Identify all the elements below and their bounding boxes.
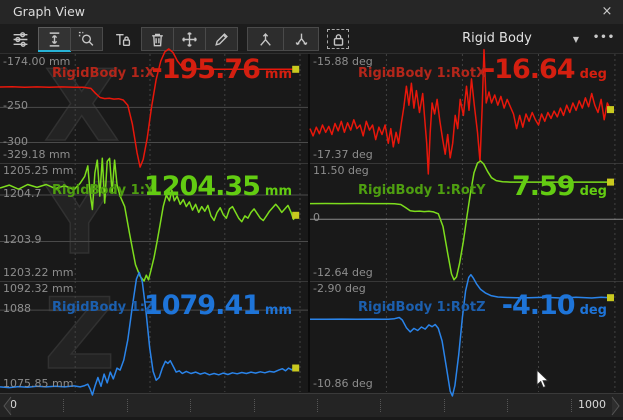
axis-label-bottom: 1075.85 mm — [3, 377, 73, 390]
current-value-marker — [292, 365, 299, 372]
toolbar-button-pan-view[interactable] — [173, 27, 206, 51]
toolbar-button-autoscale-vertical[interactable] — [38, 27, 71, 51]
plot-area: X-174.00 mm-329.18 mm-250-300RigidBody 1… — [0, 54, 623, 392]
series-label: RigidBody 1:RotZ — [358, 300, 486, 315]
value-number: -195.76 — [152, 56, 260, 83]
toolbar-button-zoom-selection[interactable] — [70, 27, 103, 51]
current-value-marker — [607, 106, 614, 113]
sliders-icon — [12, 31, 29, 48]
toolbar-button-edit-keys[interactable] — [205, 27, 238, 51]
timeline-tick — [507, 399, 508, 412]
value-unit: mm — [265, 67, 292, 82]
pin-lock-icon — [114, 31, 131, 48]
pencil-icon — [213, 31, 230, 48]
timeline-tick — [380, 399, 381, 412]
current-value-marker — [607, 179, 614, 186]
toolbar-button-delete-keys[interactable] — [141, 27, 174, 51]
toolbar-button-pin-lock[interactable] — [109, 27, 136, 51]
timeline-tick — [571, 399, 572, 412]
value-number: 1079.41 — [144, 292, 260, 319]
window-title: Graph View — [13, 4, 85, 19]
value-number: -16.64 — [484, 56, 575, 83]
graph-type-selector[interactable]: Rigid Body — [430, 27, 564, 51]
overflow-menu-button[interactable]: ••• — [591, 27, 617, 51]
axis-tick-label: -300 — [3, 135, 28, 148]
graph-panel-rot-x[interactable]: -15.88 deg-17.37 degRigidBody 1:RotX-16.… — [310, 54, 623, 163]
toolbar-button-merge-tracks[interactable] — [247, 27, 284, 51]
current-value-marker — [292, 212, 299, 219]
axis-tick-label: 1204.7 — [3, 187, 42, 200]
axis-tick-label: 0 — [313, 211, 320, 224]
current-value: 1204.35 mm — [144, 173, 292, 200]
toolbar-button-curve-settings[interactable] — [6, 27, 34, 51]
value-number: 1204.35 — [144, 173, 260, 200]
axis-label-top: -2.90 deg — [313, 282, 366, 295]
mouse-cursor — [536, 369, 550, 390]
value-unit: deg — [580, 184, 607, 199]
axis-label-top: 11.50 deg — [313, 164, 369, 177]
scrollbar-right-arrow-icon[interactable] — [610, 395, 622, 417]
zoom-box-icon — [78, 31, 95, 48]
axis-label-bottom: 1203.22 mm — [3, 266, 73, 279]
close-icon: × — [602, 4, 613, 19]
toolbar-button-split-tracks[interactable] — [283, 27, 319, 51]
current-value: 7.59 deg — [512, 173, 607, 200]
graph-panel-pos-z[interactable]: Z1092.32 mm1075.85 mm1088RigidBody 1:Z10… — [0, 281, 308, 392]
timeline-tick — [127, 399, 128, 412]
current-value-marker — [607, 294, 614, 301]
current-value: -4.10 deg — [502, 292, 607, 319]
series-label: RigidBody 1:RotX — [358, 66, 486, 81]
series-label: RigidBody 1:RotY — [358, 183, 486, 198]
split-icon — [293, 31, 310, 48]
pan-arrows-icon — [181, 31, 198, 48]
current-value: -195.76 mm — [152, 56, 293, 83]
toolbar-button-lock-selection[interactable] — [327, 29, 349, 49]
current-value: 1079.41 mm — [144, 292, 292, 319]
axis-label-top: 1092.32 mm — [3, 282, 73, 295]
timeline-tick — [190, 399, 191, 412]
axis-label-bottom: -12.64 deg — [313, 266, 373, 279]
axis-label-bottom: -10.86 deg — [313, 377, 373, 390]
graph-view-window: Graph View × Rigid Body ▼ ••• X-174.00 m… — [0, 0, 623, 420]
padlock-icon — [330, 31, 347, 48]
chevron-down-icon[interactable]: ▼ — [566, 27, 586, 51]
timeline-scrollbar[interactable]: 0 1000 — [0, 393, 623, 417]
series-label: RigidBody 1:X — [52, 66, 155, 81]
timeline-tick — [254, 399, 255, 412]
value-number: -4.10 — [502, 292, 575, 319]
merge-icon — [257, 31, 274, 48]
graph-panel-pos-y[interactable]: Y1205.25 mm1203.22 mm1204.71203.9RigidBo… — [0, 163, 308, 281]
timeline-end-label: 1000 — [578, 398, 606, 411]
value-unit: deg — [580, 303, 607, 318]
trash-icon — [149, 31, 166, 48]
value-unit: mm — [265, 184, 292, 199]
axis-label-bottom: -329.18 mm — [3, 148, 70, 161]
value-unit: deg — [580, 67, 607, 82]
timeline-tick — [444, 399, 445, 412]
title-bar: Graph View × — [0, 0, 623, 24]
graph-panel-rot-y[interactable]: 11.50 deg -12.64 deg 0 RigidBody 1:RotY 7.59… — [310, 163, 623, 281]
series-label: RigidBody 1:Z — [52, 300, 154, 315]
fit-vertical-icon — [46, 31, 63, 48]
timeline-tick — [317, 399, 318, 412]
value-unit: mm — [265, 303, 292, 318]
current-value-marker — [292, 66, 299, 73]
value-number: 7.59 — [512, 173, 575, 200]
axis-label-bottom: -17.37 deg — [313, 148, 373, 161]
axis-tick-label: 1088 — [3, 302, 31, 315]
axis-tick-label: 1203.9 — [3, 233, 42, 246]
series-label: RigidBody 1:Y — [52, 183, 154, 198]
timeline-tick — [63, 399, 64, 412]
axis-tick-label: -250 — [3, 99, 28, 112]
graph-panel-pos-x[interactable]: X-174.00 mm-329.18 mm-250-300RigidBody 1… — [0, 54, 308, 163]
axis-label-top: 1205.25 mm — [3, 164, 73, 177]
close-button[interactable]: × — [598, 3, 616, 21]
scrollbar-left-arrow-icon[interactable] — [1, 395, 13, 417]
current-value: -16.64 deg — [484, 56, 607, 83]
graph-panel-rot-z[interactable]: -2.90 deg -10.86 deg RigidBody 1:RotZ -4.10… — [310, 281, 623, 392]
